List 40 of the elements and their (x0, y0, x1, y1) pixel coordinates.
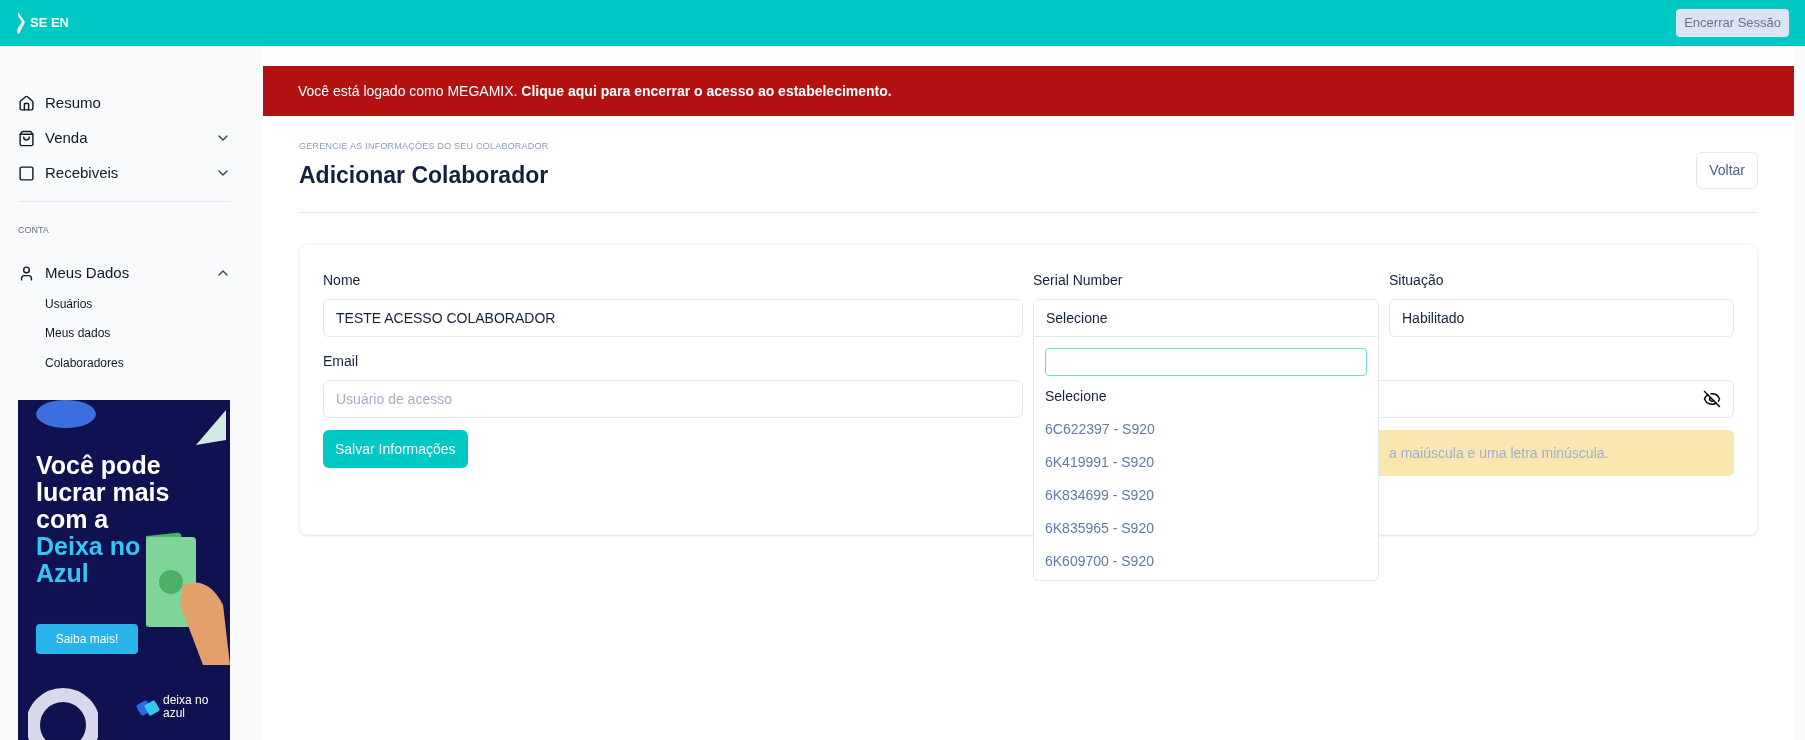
ad-brand: deixa no azul (163, 694, 210, 720)
sidebar-item[interactable]: Recebiveis (18, 155, 245, 191)
dropdown-option[interactable]: Selecione (1045, 380, 1367, 413)
dropdown-option[interactable]: 6K609700 - S920 (1045, 545, 1367, 578)
field-label: Situação (1389, 271, 1445, 290)
section-label: CONTA (18, 223, 50, 237)
home-icon (18, 95, 35, 112)
ad-banner[interactable]: Você pode lucrar mais com a Deixa no Azul Saiba mais! deixa no azul (18, 400, 230, 740)
sidebar-item[interactable]: Meus Dados (18, 257, 245, 289)
field-label: Nome (323, 271, 362, 290)
page-subtitle: GERENCIE AS INFORMAÇÕES DO SEU COLABORADOR (299, 140, 549, 153)
ad-highlight: Deixa no Azul (36, 533, 142, 588)
ad-headline: Você pode lucrar mais com a (36, 452, 171, 534)
page-title: Adicionar Colaborador (299, 160, 549, 190)
shopping-bag-icon (18, 129, 35, 147)
serial-select[interactable]: Selecione (1033, 299, 1379, 337)
email-field[interactable]: Usuário de acesso (323, 380, 1023, 418)
logo-icon (16, 12, 26, 34)
sidebar-item[interactable]: Venda (18, 120, 245, 156)
brand-logo-icon (136, 698, 160, 719)
user-icon (18, 264, 35, 282)
logout-button[interactable]: Encerrar Sessão (1676, 9, 1789, 37)
dropdown-option[interactable]: 6K834699 - S920 (1045, 479, 1367, 512)
dropdown-option[interactable]: 6K419991 - S920 (1045, 446, 1367, 479)
sidebar-subitem[interactable]: Meus dados (18, 318, 245, 349)
torus-drawing (28, 685, 98, 740)
sidebar-item[interactable]: Resumo (18, 86, 245, 121)
square-icon (18, 164, 35, 182)
status-field[interactable]: Habilitado (1389, 299, 1734, 337)
session-banner[interactable]: Você está logado como MEGAMIX. Clique aqui para encerrar o acesso ao estabelecimento. (263, 66, 1794, 116)
dropdown-search-field[interactable] (1045, 348, 1367, 376)
logo-text: SE EN (30, 14, 69, 33)
back-button[interactable]: Voltar (1696, 152, 1758, 189)
name-field[interactable]: TESTE ACESSO COLABORADOR (323, 299, 1023, 337)
dropdown-option[interactable]: 6K835965 - S920 (1045, 512, 1367, 545)
field-label: Email (323, 352, 359, 371)
sidebar-subitem[interactable]: Usuários (18, 288, 245, 319)
eye-off-icon[interactable] (1703, 390, 1721, 408)
field-label: Serial Number (1033, 271, 1124, 290)
sidebar-subitem[interactable]: Colaboradores (18, 348, 245, 379)
